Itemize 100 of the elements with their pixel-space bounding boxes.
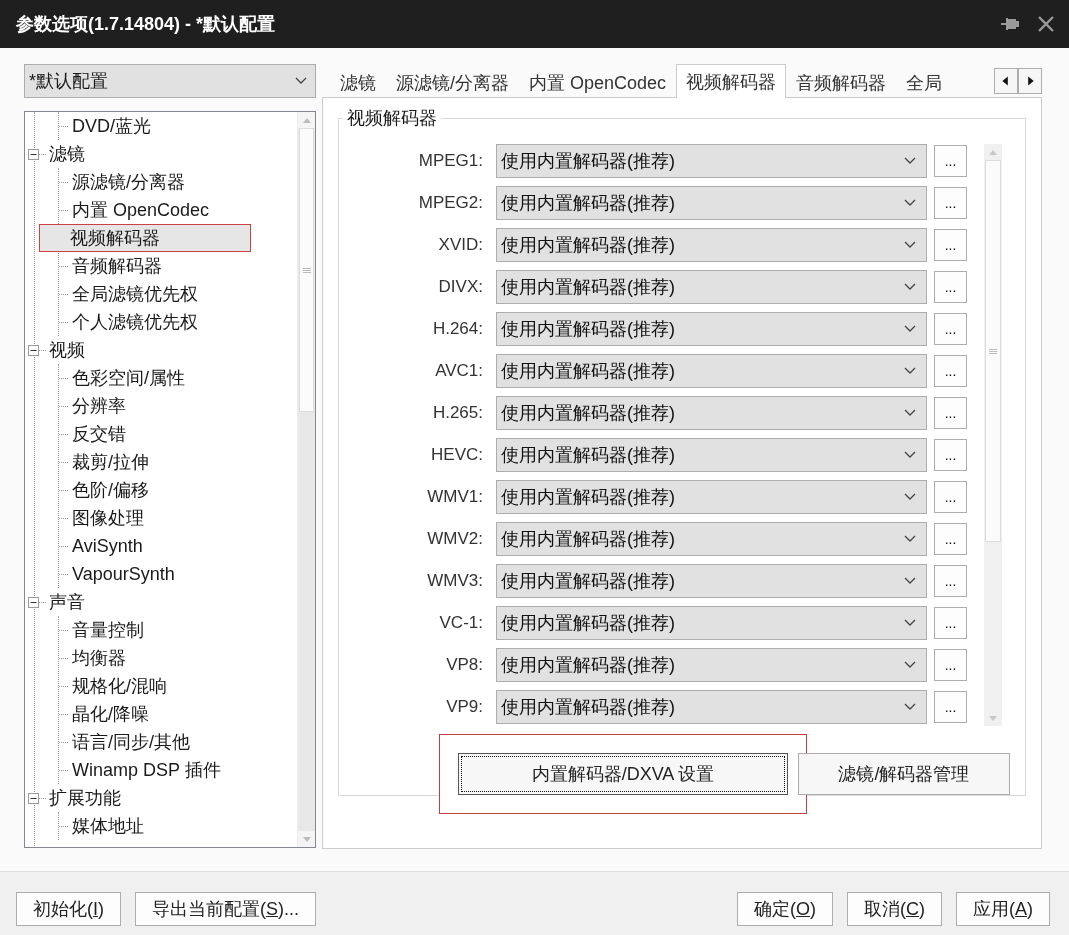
tab[interactable]: 内置 OpenCodec: [519, 66, 677, 98]
chevron-down-icon: [904, 157, 916, 165]
field-label: WMV3:: [426, 571, 483, 591]
chevron-down-icon: [904, 451, 916, 459]
chevron-down-icon: [904, 661, 916, 669]
action-button[interactable]: 滤镜/解码器管理: [798, 753, 1010, 795]
field-label: XVID:: [437, 235, 483, 255]
tab[interactable]: 视频解码器: [676, 64, 787, 98]
browse-button[interactable]: ...: [934, 271, 967, 303]
dropdown[interactable]: 使用内置解码器(推荐): [496, 144, 927, 178]
collapse-icon[interactable]: [28, 792, 39, 804]
grip-icon[interactable]: [989, 348, 997, 354]
field-label: HEVC:: [430, 445, 483, 465]
tree-item[interactable]: 源滤镜/分离器: [69, 168, 188, 196]
dialog-button[interactable]: 取消(C): [847, 892, 942, 926]
tree-item[interactable]: 视频解码器: [39, 224, 251, 252]
dropdown[interactable]: 使用内置解码器(推荐): [496, 606, 927, 640]
dropdown[interactable]: 使用内置解码器(推荐): [496, 648, 927, 682]
field-label: AVC1:: [434, 361, 483, 381]
chevron-down-icon: [904, 619, 916, 627]
pin-icon[interactable]: [999, 15, 1019, 33]
dropdown[interactable]: 使用内置解码器(推荐): [496, 522, 927, 556]
field-label: WMV2:: [426, 529, 483, 549]
dropdown[interactable]: 使用内置解码器(推荐): [496, 228, 927, 262]
tree-item[interactable]: 色阶/偏移: [69, 476, 152, 504]
dropdown[interactable]: 使用内置解码器(推荐): [496, 480, 927, 514]
tree-item[interactable]: 图像处理: [69, 504, 147, 532]
dialog-button[interactable]: 应用(A): [956, 892, 1050, 926]
field-label: VP8:: [445, 655, 483, 675]
tree-item[interactable]: 视频: [46, 336, 88, 364]
tree-item[interactable]: 反交错: [69, 420, 129, 448]
tree-item[interactable]: 媒体地址: [69, 812, 147, 840]
tree-item[interactable]: 扩展功能: [46, 784, 124, 812]
window-title: 参数选项(1.7.14804) - *默认配置: [16, 13, 277, 36]
browse-button[interactable]: ...: [934, 313, 967, 345]
profile-dropdown[interactable]: *默认配置: [24, 64, 316, 98]
browse-button[interactable]: ...: [934, 481, 967, 513]
chevron-down-icon: [904, 703, 916, 711]
scroll-left-icon[interactable]: [994, 68, 1018, 94]
browse-button[interactable]: ...: [934, 229, 967, 261]
chevron-down-icon: [904, 535, 916, 543]
field-label: H.264:: [431, 319, 483, 339]
browse-button[interactable]: ...: [934, 523, 967, 555]
close-icon[interactable]: [1037, 15, 1055, 33]
browse-button[interactable]: ...: [934, 649, 967, 681]
tab[interactable]: 源滤镜/分离器: [386, 66, 519, 98]
tree-item[interactable]: 分辨率: [69, 392, 129, 420]
tree-item[interactable]: 规格化/混响: [69, 672, 170, 700]
tree-item[interactable]: 色彩空间/属性: [69, 364, 188, 392]
scrollbar[interactable]: [297, 112, 315, 847]
browse-button[interactable]: ...: [934, 145, 967, 177]
browse-button[interactable]: ...: [934, 439, 967, 471]
collapse-icon[interactable]: [28, 148, 39, 160]
tree-item[interactable]: 裁剪/拉伸: [69, 448, 152, 476]
chevron-down-icon: [904, 367, 916, 375]
dropdown[interactable]: 使用内置解码器(推荐): [496, 312, 927, 346]
scroll-right-icon[interactable]: [1018, 68, 1042, 94]
chevron-down-icon: [904, 199, 916, 207]
tree-item[interactable]: 滤镜: [46, 140, 88, 168]
dropdown[interactable]: 使用内置解码器(推荐): [496, 438, 927, 472]
browse-button[interactable]: ...: [934, 691, 967, 723]
dropdown[interactable]: 使用内置解码器(推荐): [496, 186, 927, 220]
dropdown[interactable]: 使用内置解码器(推荐): [496, 690, 927, 724]
dialog-button[interactable]: 确定(O): [736, 892, 833, 926]
tab[interactable]: 全局: [896, 66, 953, 98]
tree-item[interactable]: 音量控制: [69, 616, 147, 644]
tree-item[interactable]: 声音: [46, 588, 88, 616]
dropdown[interactable]: 使用内置解码器(推荐): [496, 270, 927, 304]
tree-item[interactable]: DVD/蓝光: [69, 112, 154, 140]
field-label: H.265:: [431, 403, 483, 423]
tree-item[interactable]: 语言/同步/其他: [69, 728, 193, 756]
chevron-down-icon: [904, 283, 916, 291]
dropdown[interactable]: 使用内置解码器(推荐): [496, 396, 927, 430]
tree-item[interactable]: Winamp DSP 插件: [69, 756, 224, 784]
collapse-icon[interactable]: [28, 596, 39, 608]
tree-item[interactable]: 全局滤镜优先权: [69, 280, 201, 308]
tree-item[interactable]: 内置 OpenCodec: [69, 196, 213, 224]
dialog-button[interactable]: 导出当前配置(S)...: [135, 892, 317, 926]
browse-button[interactable]: ...: [934, 607, 967, 639]
tree-item[interactable]: VapourSynth: [69, 560, 178, 588]
dropdown[interactable]: 使用内置解码器(推荐): [496, 354, 927, 388]
tab[interactable]: 音频解码器: [786, 66, 897, 98]
dialog-button[interactable]: 初始化(I): [16, 892, 121, 926]
tree-item[interactable]: 晶化/降噪: [69, 700, 152, 728]
dropdown[interactable]: 使用内置解码器(推荐): [496, 564, 927, 598]
tree-item[interactable]: 个人滤镜优先权: [69, 308, 201, 336]
group-title: 视频解码器: [346, 107, 438, 130]
scrollbar[interactable]: [984, 144, 1002, 726]
chevron-down-icon: [904, 325, 916, 333]
tree-item[interactable]: 均衡器: [69, 644, 129, 672]
browse-button[interactable]: ...: [934, 355, 967, 387]
grip-icon[interactable]: [302, 267, 311, 273]
collapse-icon[interactable]: [28, 344, 39, 356]
tab[interactable]: 滤镜: [330, 66, 386, 98]
tree-item[interactable]: AviSynth: [69, 532, 146, 560]
browse-button[interactable]: ...: [934, 565, 967, 597]
browse-button[interactable]: ...: [934, 187, 967, 219]
browse-button[interactable]: ...: [934, 397, 967, 429]
field-label: VC-1:: [438, 613, 483, 633]
tree-item[interactable]: 音频解码器: [69, 252, 165, 280]
